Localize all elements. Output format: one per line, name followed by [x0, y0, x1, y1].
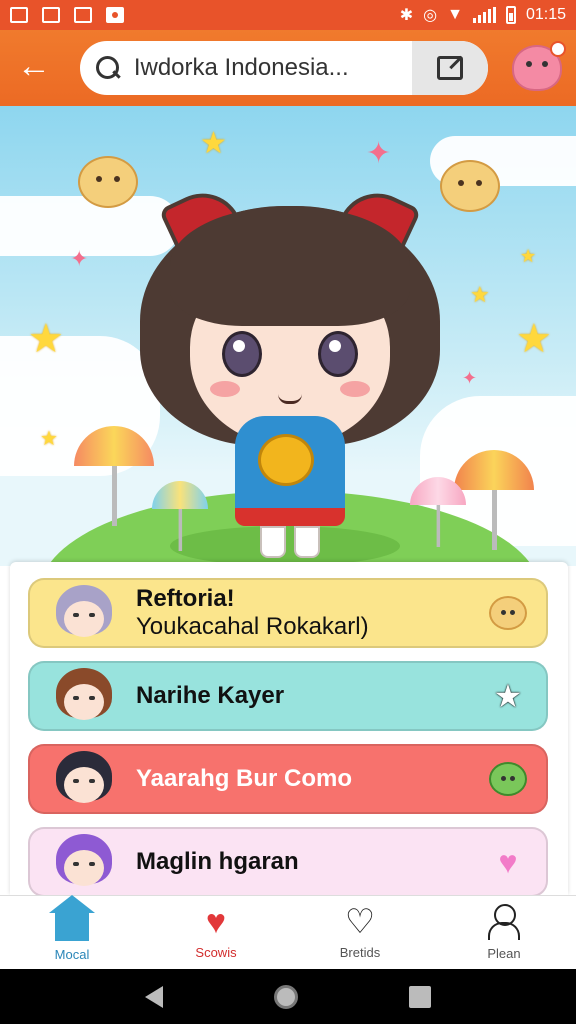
star-icon: ★	[520, 246, 537, 266]
heart-icon: ♥	[205, 903, 227, 941]
notification-badge	[550, 41, 566, 57]
avatar	[46, 581, 122, 645]
chibi-girl-character	[130, 166, 450, 558]
person-icon	[487, 904, 521, 940]
avatar	[46, 747, 122, 811]
gallery-notification-icon	[42, 7, 60, 23]
nav-tab-label: Scowis	[195, 945, 237, 960]
nav-tab-label: Mocal	[54, 947, 90, 962]
list-item-title: Maglin hgaran	[136, 848, 299, 875]
bottom-navigation: Mocal ♥ Scowis ♡ Bretids Plean	[0, 895, 576, 969]
star-icon: ★	[470, 282, 490, 307]
star-icon: ★	[200, 127, 227, 160]
system-back-icon[interactable]	[145, 985, 164, 1008]
system-recents-icon[interactable]	[408, 985, 431, 1008]
home-icon	[49, 895, 95, 941]
flying-hamster	[78, 156, 138, 208]
hamster-icon	[488, 593, 528, 633]
bluetooth-icon: ✱	[399, 7, 414, 24]
system-home-icon[interactable]	[273, 984, 298, 1009]
green-cat-icon	[488, 759, 528, 799]
app-bar: ← Iwdorka Indonesia...	[0, 30, 576, 106]
nav-tab-search[interactable]: ♡ Bretids	[288, 896, 432, 969]
list-item[interactable]: Reftoria! Youkacahal Rokakarl)	[28, 578, 548, 648]
search-bar[interactable]: Iwdorka Indonesia...	[79, 41, 489, 95]
notification-icon	[10, 7, 28, 23]
star-icon: ★	[28, 317, 64, 361]
sparkle-icon: ✦	[70, 246, 89, 271]
nav-tab-label: Plean	[487, 946, 521, 961]
nav-tab-label: Bretids	[339, 945, 381, 960]
pig-avatar-icon[interactable]	[512, 41, 566, 91]
list-item-title: Narihe Kayer	[136, 682, 285, 709]
contact-list: Reftoria! Youkacahal Rokakarl) Narihe Ka…	[10, 562, 568, 895]
avatar	[46, 664, 122, 728]
status-bar: ✱ ◎ ▼ 01:15	[0, 0, 576, 30]
list-item-title: Yaarahg Bur Como	[136, 765, 353, 792]
star-icon[interactable]: ★	[488, 676, 528, 716]
star-icon: ★	[40, 428, 58, 450]
search-icon	[94, 54, 122, 82]
list-item-subtitle: Youkacahal Rokakarl)	[136, 613, 369, 640]
avatar	[46, 830, 122, 894]
star-icon: ★	[516, 317, 552, 361]
edit-notification-icon	[74, 7, 92, 23]
wifi-icon: ▼	[447, 6, 463, 23]
nav-tab-home[interactable]: Mocal	[0, 895, 144, 969]
nav-tab-profile[interactable]: Plean	[432, 896, 576, 969]
list-item[interactable]: Narihe Kayer ★	[28, 661, 548, 731]
edit-icon	[437, 56, 464, 80]
list-item[interactable]: Yaarahg Bur Como	[28, 744, 548, 814]
heart-icon[interactable]: ♥	[488, 842, 528, 882]
battery-icon	[505, 6, 516, 24]
list-item-title: Reftoria!	[136, 585, 235, 612]
list-item[interactable]: Maglin hgaran ♥	[28, 827, 548, 895]
hero-illustration: ★ ★ ★ ★ ★ ★ ✦ ✦ ✦	[0, 106, 576, 566]
sparkle-icon: ✦	[462, 368, 478, 388]
heart-outline-icon: ♡	[344, 903, 376, 941]
edit-button[interactable]	[412, 41, 489, 95]
nav-tab-favorites[interactable]: ♥ Scowis	[144, 896, 288, 969]
status-time: 01:15	[525, 6, 566, 23]
search-input[interactable]: Iwdorka Indonesia...	[134, 54, 412, 82]
umbrella	[454, 450, 534, 550]
system-navigation-bar	[0, 969, 576, 1024]
signal-icon	[472, 7, 496, 23]
record-notification-icon	[106, 7, 124, 23]
arrow-left-icon[interactable]: ←	[14, 48, 54, 88]
golden-jar	[258, 434, 314, 486]
alarm-icon: ◎	[423, 7, 438, 24]
